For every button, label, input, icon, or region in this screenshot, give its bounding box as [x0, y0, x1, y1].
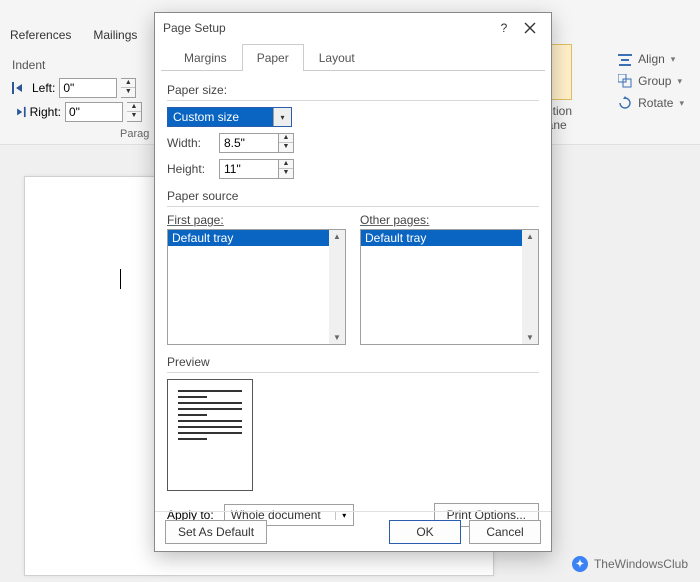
indent-left-icon [12, 81, 28, 95]
text-cursor [120, 269, 121, 289]
tab-layout[interactable]: Layout [304, 44, 370, 71]
align-command[interactable]: Align ▾ [618, 52, 684, 66]
chevron-down-icon: ▾ [273, 108, 291, 126]
group-label: Group [638, 74, 671, 88]
align-icon [618, 52, 632, 66]
chevron-down-icon: ▾ [671, 54, 676, 65]
divider [167, 372, 539, 373]
paper-size-label: Paper size: [167, 83, 539, 97]
scrollbar[interactable]: ▲▼ [522, 230, 538, 344]
group-icon [618, 74, 632, 88]
other-pages-label: Other pages: [360, 213, 539, 227]
first-page-label: First page: [167, 213, 346, 227]
arrange-commands: Align ▾ Group ▾ Rotate ▾ [618, 52, 684, 110]
paper-size-dropdown[interactable]: Custom size ▾ [167, 107, 292, 127]
preview-thumbnail [167, 379, 253, 491]
dialog-title: Page Setup [163, 21, 491, 35]
width-label: Width: [167, 136, 211, 150]
dialog-footer: Set As Default OK Cancel [155, 511, 551, 551]
indent-right-spinner[interactable]: ▲▼ [127, 102, 142, 122]
indent-group-title: Indent [12, 58, 142, 72]
height-label: Height: [167, 162, 211, 176]
width-input[interactable] [219, 133, 279, 153]
indent-left-label: Left: [32, 81, 55, 95]
watermark: ✦ TheWindowsClub [572, 556, 688, 572]
first-page-listbox[interactable]: Default tray ▲▼ [167, 229, 346, 345]
help-button[interactable]: ? [491, 17, 517, 39]
height-input[interactable] [219, 159, 279, 179]
scrollbar[interactable]: ▲▼ [329, 230, 345, 344]
divider [167, 100, 539, 101]
ok-button[interactable]: OK [389, 520, 461, 544]
paper-size-value: Custom size [168, 110, 273, 124]
paper-source-label: Paper source [167, 189, 539, 203]
indent-left-spinner[interactable]: ▲▼ [121, 78, 136, 98]
dialog-titlebar: Page Setup ? [155, 13, 551, 43]
dialog-body: Paper size: Custom size ▾ Width: ▲▼ Heig… [155, 71, 551, 527]
indent-right-icon [12, 105, 26, 119]
dialog-tabs: Margins Paper Layout [161, 43, 545, 71]
width-spinner[interactable]: ▲▼ [279, 133, 294, 153]
rotate-icon [618, 96, 632, 110]
ribbon-tab-mailings[interactable]: Mailings [91, 24, 139, 46]
ribbon-tab-list: References Mailings [0, 24, 139, 46]
cancel-button[interactable]: Cancel [469, 520, 541, 544]
chevron-down-icon: ▾ [679, 98, 684, 109]
ribbon-tab-references[interactable]: References [8, 24, 73, 46]
watermark-text: TheWindowsClub [594, 557, 688, 571]
page-setup-dialog: Page Setup ? Margins Paper Layout Paper … [154, 12, 552, 552]
height-spinner[interactable]: ▲▼ [279, 159, 294, 179]
paragraph-group-label: Parag [120, 128, 149, 140]
align-label: Align [638, 52, 665, 66]
tab-paper[interactable]: Paper [242, 44, 304, 71]
other-pages-selected[interactable]: Default tray [361, 230, 538, 246]
chevron-down-icon: ▾ [677, 76, 682, 87]
indent-group: Indent Left: ▲▼ Right: ▲▼ [12, 58, 142, 126]
divider [167, 206, 539, 207]
rotate-command[interactable]: Rotate ▾ [618, 96, 684, 110]
group-command[interactable]: Group ▾ [618, 74, 684, 88]
other-pages-listbox[interactable]: Default tray ▲▼ [360, 229, 539, 345]
indent-right-label: Right: [30, 105, 61, 119]
tab-margins[interactable]: Margins [169, 44, 242, 71]
indent-left-input[interactable] [59, 78, 117, 98]
indent-right-input[interactable] [65, 102, 123, 122]
set-as-default-button[interactable]: Set As Default [165, 520, 267, 544]
preview-label: Preview [167, 355, 539, 369]
close-button[interactable] [517, 17, 543, 39]
watermark-icon: ✦ [572, 556, 588, 572]
rotate-label: Rotate [638, 96, 673, 110]
first-page-selected[interactable]: Default tray [168, 230, 345, 246]
